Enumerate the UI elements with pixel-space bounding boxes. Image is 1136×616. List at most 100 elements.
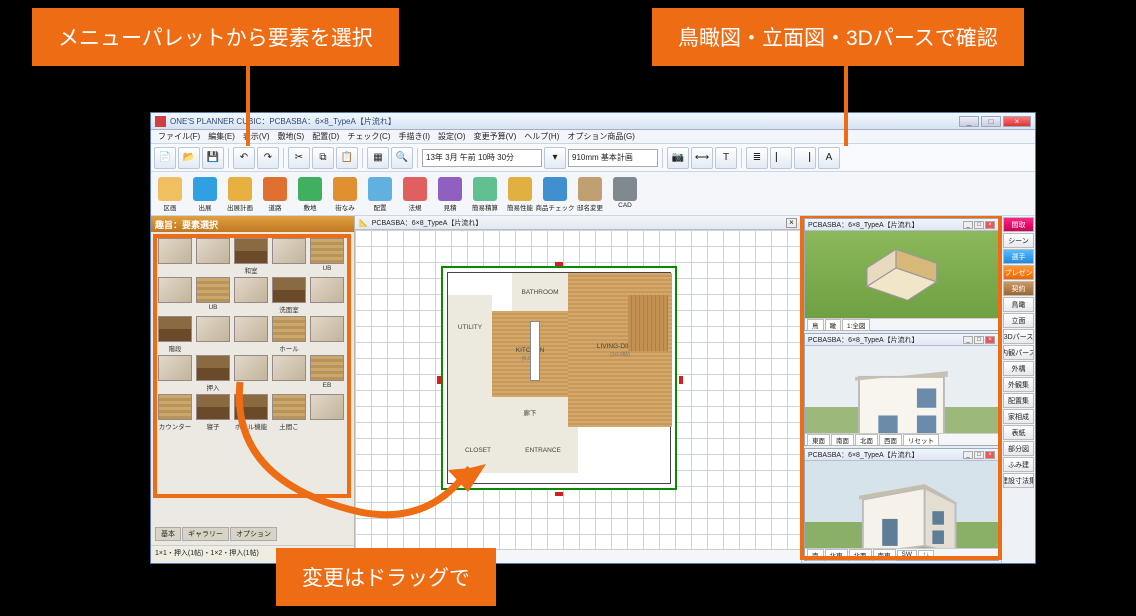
palette-item[interactable]: 和室(大)	[157, 355, 193, 392]
date-btn[interactable]: ▾	[544, 147, 566, 169]
sidetab-家相成[interactable]: 家相成	[1003, 409, 1034, 424]
sidetab-ふみ建[interactable]: ふみ建	[1003, 457, 1034, 472]
sidetab-外観集[interactable]: 外観集	[1003, 377, 1034, 392]
pv-max[interactable]: □	[974, 221, 984, 229]
dim-button[interactable]: ⟷	[691, 147, 713, 169]
pv-min[interactable]: _	[963, 336, 973, 344]
palette-item[interactable]: 押入	[309, 277, 345, 314]
menu-item[interactable]: オプション商品(G)	[564, 131, 638, 142]
layer-button[interactable]: ≣	[746, 147, 768, 169]
palette-item[interactable]: 洗面所	[233, 277, 269, 314]
pv-close[interactable]: ×	[985, 451, 995, 459]
palette-tab[interactable]: オプション	[230, 527, 277, 541]
bigtool-出展計画[interactable]: 出展計画	[223, 174, 257, 214]
palette-item[interactable]: 物置	[309, 316, 345, 353]
preview-tab[interactable]: 北東	[825, 549, 848, 561]
preview-tab[interactable]: 南	[807, 549, 824, 561]
canvas-close[interactable]: ×	[786, 218, 797, 228]
sidetab-内観パース[interactable]: 内観パース	[1003, 345, 1034, 360]
close-button[interactable]: ×	[1003, 116, 1031, 127]
date-field[interactable]: 13年 3月 午前 10時 30分	[422, 149, 542, 167]
palette-item[interactable]: UB	[309, 238, 345, 275]
floor-plan[interactable]: BATHROOM UTILITY KITCHEN(6.0帖) LIVING-DI…	[441, 266, 677, 490]
preview-tab[interactable]: 瞰	[825, 319, 842, 331]
preview-tab[interactable]: 北西	[849, 549, 872, 561]
sidetab-3Dパース[interactable]: 3Dパース	[1003, 329, 1034, 344]
drawing-grid[interactable]: BATHROOM UTILITY KITCHEN(6.0帖) LIVING-DI…	[355, 230, 801, 549]
palette-item[interactable]: 天下り	[195, 238, 231, 275]
bigtool-敷地[interactable]: 敷地	[293, 174, 327, 214]
bigtool-道路[interactable]: 道路	[258, 174, 292, 214]
grid-unit-field[interactable]: 910mm 基本計画	[568, 149, 658, 167]
preview-tab[interactable]: 西面	[879, 434, 902, 446]
room-utility[interactable]: UTILITY	[448, 295, 492, 359]
preview-tab[interactable]: ↑↓	[918, 550, 935, 559]
room-corridor[interactable]	[448, 359, 492, 427]
palette-item[interactable]: EB	[309, 355, 345, 392]
sidetab-建設寸法集[interactable]: 建設寸法集	[1003, 473, 1034, 488]
palette-item[interactable]: トイレ	[233, 316, 269, 353]
align-r[interactable]: A	[818, 147, 840, 169]
menu-item[interactable]: 配置(D)	[309, 131, 342, 142]
minimize-button[interactable]: _	[959, 116, 979, 127]
floorplan-canvas[interactable]: 📐 PCBASBA：6×8_TypeA【片流れ】 × BATHROOM UTIL…	[355, 216, 801, 563]
preview-perspective[interactable]: PCBASBA：6×8_TypeA【片流れ】_□× 南北東北西南東SW↑↓	[804, 448, 999, 561]
sidetab-部分図[interactable]: 部分図	[1003, 441, 1034, 456]
preview-tab[interactable]: 1:全図	[842, 319, 870, 331]
palette-item[interactable]: 室内階段	[157, 277, 193, 314]
palette-item[interactable]: W和室一	[309, 394, 345, 431]
palette-item[interactable]: 階段	[157, 316, 193, 353]
palette-item[interactable]: 洗面室	[271, 277, 307, 314]
bigtool-法規[interactable]: 法規	[398, 174, 432, 214]
sidetab-プレゼン[interactable]: プレゼン	[1003, 265, 1034, 280]
palette-item[interactable]: 寝子	[195, 394, 231, 431]
preview-tab[interactable]: 南面	[831, 434, 854, 446]
bigtool-見積[interactable]: 見積	[433, 174, 467, 214]
menu-item[interactable]: 手描き(I)	[395, 131, 433, 142]
bigtool-配置[interactable]: 配置	[363, 174, 397, 214]
menu-item[interactable]: 敷地(S)	[275, 131, 308, 142]
palette-item[interactable]: UB	[195, 277, 231, 314]
maximize-button[interactable]: □	[981, 116, 1001, 127]
new-button[interactable]: 📄	[154, 147, 176, 169]
menu-item[interactable]: ヘルプ(H)	[521, 131, 562, 142]
sidetab-配置集[interactable]: 配置集	[1003, 393, 1034, 408]
pv-min[interactable]: _	[963, 221, 973, 229]
room-hall[interactable]: 廊下	[492, 397, 568, 427]
preview-tab[interactable]: 東面	[807, 434, 830, 446]
bigtool-街なみ[interactable]: 街なみ	[328, 174, 362, 214]
palette-tab[interactable]: ギャラリー	[182, 527, 229, 541]
text-button[interactable]: T	[715, 147, 737, 169]
palette-item[interactable]: 洋室	[157, 238, 193, 275]
bigtool-CAD[interactable]: CAD	[608, 174, 642, 214]
sidetab-表紙[interactable]: 表紙	[1003, 425, 1034, 440]
menu-item[interactable]: 設定(O)	[435, 131, 469, 142]
sidetab-外構[interactable]: 外構	[1003, 361, 1034, 376]
bigtool-出展[interactable]: 出展	[188, 174, 222, 214]
copy-button[interactable]: ⧉	[312, 147, 334, 169]
bigtool-簡易積算[interactable]: 簡易積算	[468, 174, 502, 214]
pv-min[interactable]: _	[963, 451, 973, 459]
sidetab-鳥瞰[interactable]: 鳥瞰	[1003, 297, 1034, 312]
preview-tab[interactable]: 南東	[873, 549, 896, 561]
palette-item[interactable]: 廊下	[271, 355, 307, 392]
menu-item[interactable]: チェック(C)	[344, 131, 393, 142]
align-l[interactable]: ⎸	[770, 147, 792, 169]
palette-item[interactable]: 押床	[233, 355, 269, 392]
room-closet[interactable]: CLOSET	[448, 427, 508, 473]
preview-tab[interactable]: 北面	[855, 434, 878, 446]
sidetab-シーン[interactable]: シーン	[1003, 233, 1034, 248]
grid-button[interactable]: ▦	[367, 147, 389, 169]
pv-close[interactable]: ×	[985, 221, 995, 229]
undo-button[interactable]: ↶	[233, 147, 255, 169]
bigtool-邸名変更[interactable]: 邸名変更	[573, 174, 607, 214]
menu-item[interactable]: ファイル(F)	[155, 131, 203, 142]
pv-max[interactable]: □	[974, 336, 984, 344]
palette-item[interactable]: ホール機能	[233, 394, 269, 431]
bigtool-簡易性能[interactable]: 簡易性能	[503, 174, 537, 214]
stairs[interactable]	[628, 295, 668, 351]
cut-button[interactable]: ✂	[288, 147, 310, 169]
pv-close[interactable]: ×	[985, 336, 995, 344]
preview-aerial[interactable]: PCBASBA：6×8_TypeA【片流れ】_□× 鳥瞰1:全図	[804, 218, 999, 331]
open-button[interactable]: 📂	[178, 147, 200, 169]
